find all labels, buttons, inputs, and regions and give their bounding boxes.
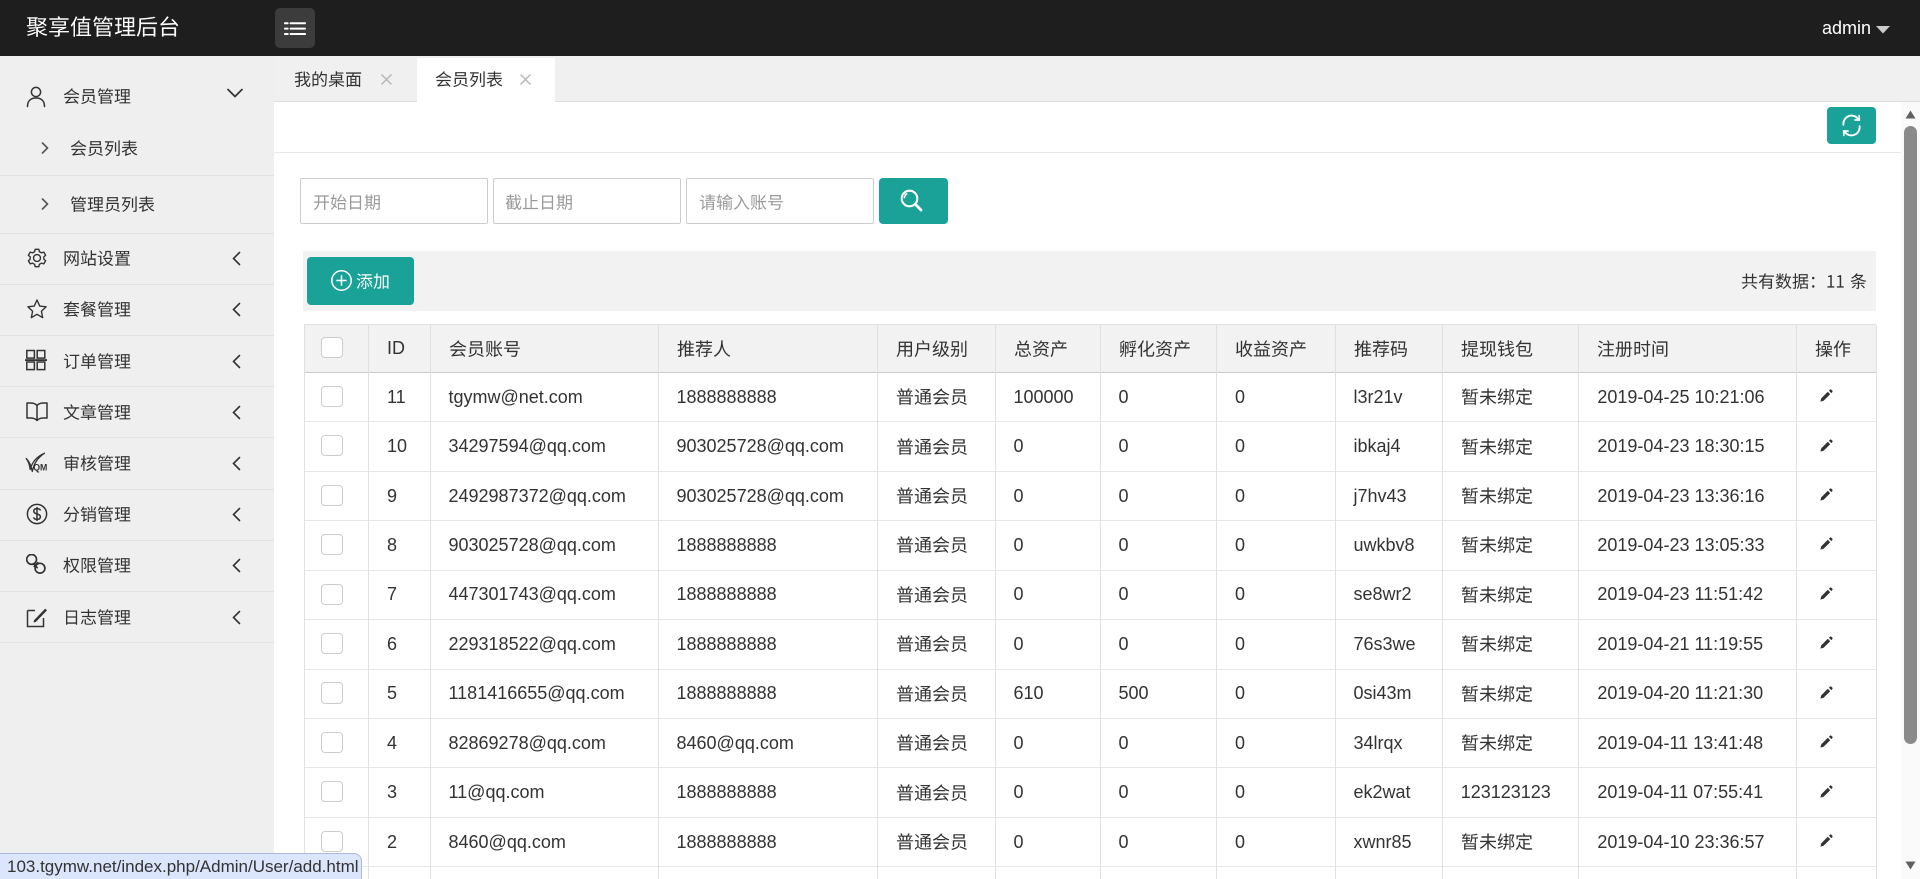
svg-text:QM: QM	[33, 463, 47, 473]
